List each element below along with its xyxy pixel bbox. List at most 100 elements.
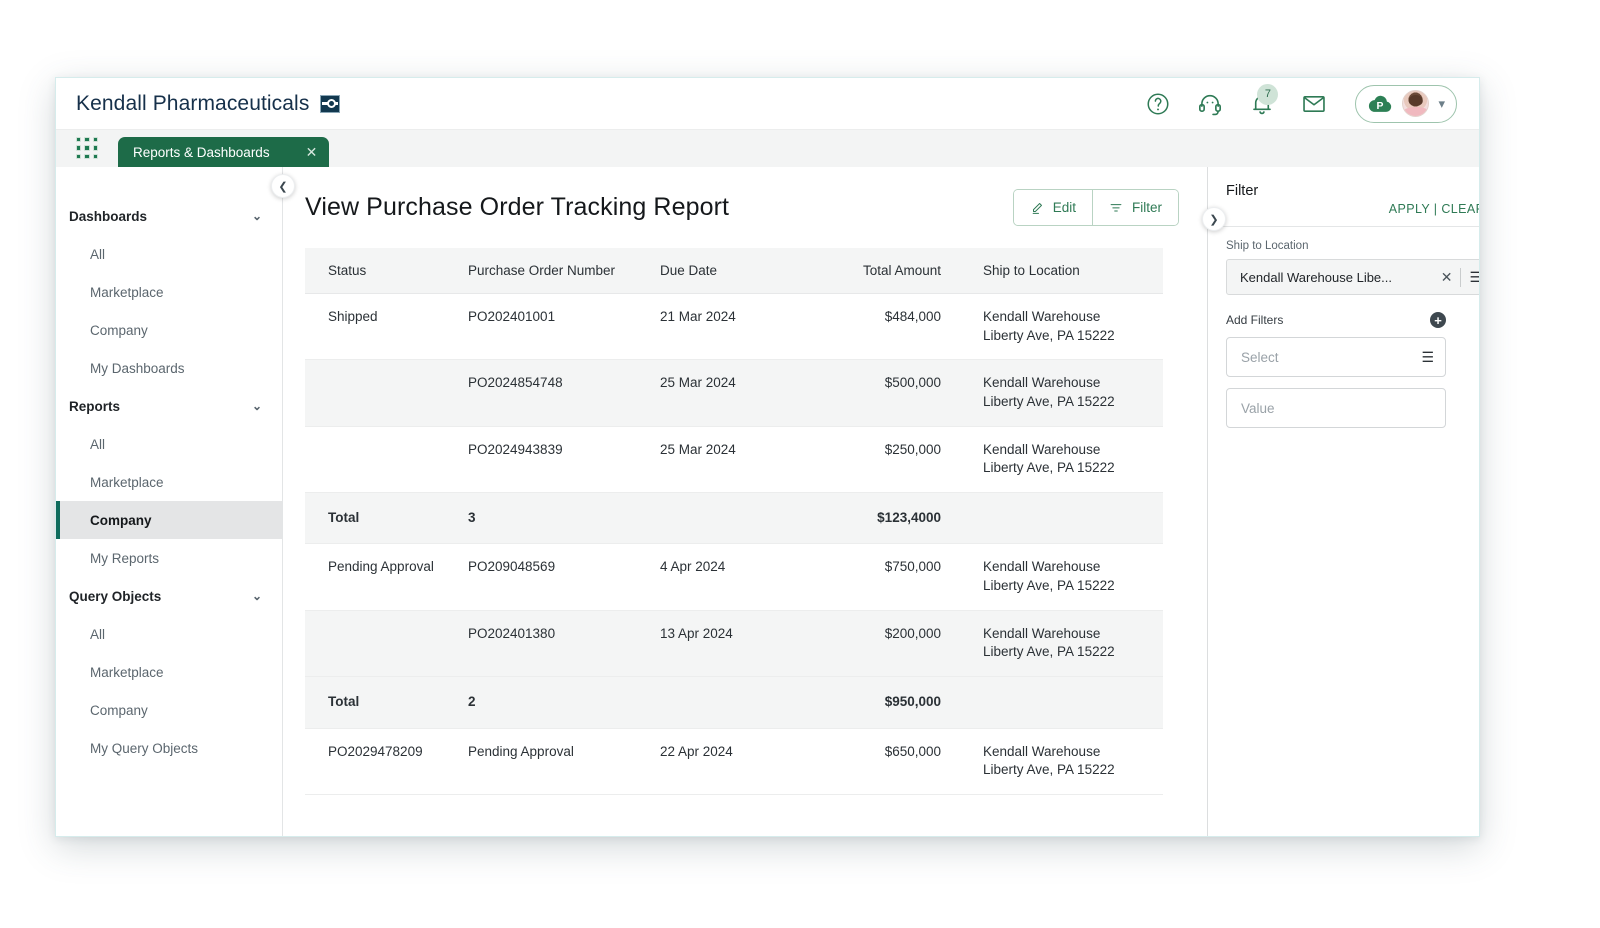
sidebar-item-query-objects-all[interactable]: All (56, 615, 282, 653)
ship-address-line1: Kendall Warehouse (983, 441, 1101, 457)
funnel-icon (1110, 203, 1122, 212)
tab-reports-and-dashboards[interactable]: Reports & Dashboards ✕ (118, 137, 330, 167)
filter-value-placeholder: Value (1241, 400, 1275, 416)
sidebar-nav: Dashboards ⌄ All Marketplace Company My Dashb… (56, 197, 282, 767)
sidebar-item-dashboards-my-dashboards[interactable]: My Dashboards (56, 349, 282, 387)
sidebar-group-dashboards[interactable]: Dashboards ⌄ (56, 197, 282, 235)
filter-value-input[interactable]: Value (1226, 388, 1446, 428)
table-row: PO202401380 13 Apr 2024 $200,000 Kendall Wa… (305, 610, 1163, 677)
cell-due-date: 25 Mar 2024 (660, 359, 823, 427)
sidebar-item-reports-marketplace[interactable]: Marketplace (56, 463, 282, 501)
ship-address-line1: Kendall Warehouse (983, 309, 1101, 324)
notifications-bell[interactable]: 7 (1249, 83, 1279, 117)
table-header-row: Status Purchase Order Number Due Date To… (305, 248, 1163, 294)
cell-due-date: 21 Mar 2024 (660, 293, 823, 361)
topbar-actions: 7 P ▾ (1145, 83, 1457, 123)
chevron-down-icon: ⌄ (251, 209, 262, 223)
grid-apps-icon[interactable] (76, 137, 98, 159)
sidebar-group-query-objects[interactable]: Query Objects ⌄ (56, 577, 282, 615)
list-menu-icon[interactable]: ☰ (1421, 349, 1434, 366)
cell-purchase-order-number: PO2024854748 (468, 359, 660, 427)
filter-select-input[interactable]: Select ☰ (1226, 337, 1446, 377)
ship-address-line2: Liberty Ave, PA 15222 (983, 460, 1115, 476)
cell-purchase-order-number: PO2024943839 (468, 426, 660, 493)
cell-due-date: 25 Mar 2024 (660, 426, 823, 493)
table-row: Shipped PO202401001 21 Mar 2024 $484,000 Ken… (305, 293, 1163, 361)
table-row: PO2029478209 Pending Approval 22 Apr 2024 $… (305, 728, 1163, 795)
cell-ship-to-location: Kendall Warehouse Liberty Ave, PA 15222 (983, 359, 1163, 427)
table-header: Status Purchase Order Number Due Date To… (305, 248, 1163, 294)
edit-button[interactable]: Edit (1013, 190, 1092, 225)
list-menu-icon[interactable]: ☰ (1469, 270, 1479, 284)
ship-to-location-value: Kendall Warehouse Libe... (1240, 269, 1393, 285)
cloud-p-icon: P (1369, 95, 1392, 112)
collapse-sidebar-button[interactable]: ❮ (271, 174, 295, 198)
apply-filters-link[interactable]: APPLY (1389, 202, 1430, 216)
sidebar-item-dashboards-marketplace[interactable]: Marketplace (56, 273, 282, 311)
sidebar-item-label: Company (90, 512, 152, 528)
question-circle-icon[interactable] (1145, 91, 1171, 117)
main-content: View Purchase Order Tracking Report Edit (283, 167, 1207, 836)
column-header-total-amount[interactable]: Total Amount (823, 248, 983, 294)
cell-status: Total (305, 676, 468, 729)
user-avatar (1402, 90, 1430, 117)
cell-status: PO2029478209 (305, 728, 468, 795)
table-row: PO2024943839 25 Mar 2024 $250,000 Kendall W… (305, 426, 1163, 493)
cell-ship-to-location (983, 492, 1163, 545)
cell-status: Shipped (305, 293, 468, 361)
filter-panel-heading: Filter (1226, 183, 1259, 199)
cell-purchase-order-number: PO202401001 (468, 293, 660, 361)
filter-panel-divider (1208, 226, 1479, 227)
close-icon[interactable]: ✕ (306, 145, 318, 159)
ship-to-location-filter-token[interactable]: Kendall Warehouse Libe... ✕ ☰ (1226, 259, 1479, 295)
sidebar-item-query-objects-my-query-objects[interactable]: My Query Objects (56, 729, 282, 767)
column-header-ship-to-location[interactable]: Ship to Location (983, 248, 1163, 294)
sidebar-group-reports[interactable]: Reports ⌄ (56, 387, 282, 425)
cell-status: Pending Approval (305, 543, 468, 611)
filter-panel: Filter APPLY | CLEAR Ship to Location Ke… (1207, 167, 1479, 836)
chevron-down-icon: ▾ (1438, 96, 1445, 111)
headset-icon[interactable] (1197, 91, 1223, 117)
brand-bar: Kendall Pharmaceuticals 7 P ▾ (56, 78, 1479, 129)
cell-total-amount: $123,4000 (823, 492, 983, 545)
cell-due-date (660, 492, 823, 545)
tab-label: Reports & Dashboards (133, 144, 270, 160)
ship-address-line1: Kendall Warehouse (983, 375, 1101, 391)
sidebar: Dashboards ⌄ All Marketplace Company My Dashb… (56, 167, 283, 836)
cell-purchase-order-number: PO202401380 (468, 610, 660, 677)
pencil-icon (1032, 202, 1042, 214)
add-filters-row: Add Filters + (1226, 312, 1446, 328)
sidebar-item-dashboards-all[interactable]: All (56, 235, 282, 273)
cell-total-amount: $950,000 (823, 676, 983, 729)
column-header-purchase-order-number[interactable]: Purchase Order Number (468, 248, 660, 294)
user-menu-chip[interactable]: P ▾ (1355, 84, 1457, 123)
main-header: View Purchase Order Tracking Report Edit (305, 189, 1179, 226)
filter-button-label: Filter (1132, 200, 1162, 215)
envelope-icon[interactable] (1301, 91, 1327, 117)
sidebar-item-query-objects-company[interactable]: Company (56, 691, 282, 729)
sidebar-item-reports-company[interactable]: Company (56, 501, 282, 539)
cell-purchase-order-number: PO209048569 (468, 543, 660, 611)
sidebar-item-label: Company (90, 702, 148, 718)
table-row: Pending Approval PO209048569 4 Apr 2024 $75… (305, 543, 1163, 611)
sidebar-item-label: My Query Objects (90, 740, 199, 756)
column-header-status[interactable]: Status (305, 248, 468, 294)
plus-circle-icon[interactable]: + (1430, 312, 1446, 328)
sidebar-item-query-objects-marketplace[interactable]: Marketplace (56, 653, 282, 691)
ship-address-line2: Liberty Ave, PA 15222 (983, 644, 1115, 660)
clear-filters-link[interactable]: CLEAR (1441, 202, 1479, 216)
close-icon[interactable]: ✕ (1441, 269, 1453, 286)
table-total-row: Total 2 $950,000 (305, 676, 1163, 729)
filter-button[interactable]: Filter (1092, 190, 1178, 225)
sidebar-item-reports-my-reports[interactable]: My Reports (56, 539, 282, 577)
sidebar-group-label: Query Objects (69, 588, 162, 604)
ship-to-location-label: Ship to Location (1226, 240, 1309, 252)
sidebar-item-dashboards-company[interactable]: Company (56, 311, 282, 349)
sidebar-item-reports-all[interactable]: All (56, 425, 282, 463)
table-row: PO2024854748 25 Mar 2024 $500,000 Kendall W… (305, 359, 1163, 427)
expand-filter-panel-button[interactable]: ❯ (1202, 207, 1226, 231)
cell-due-date (660, 676, 823, 729)
kendall-square-logo-icon (320, 94, 341, 113)
cell-total-amount: $484,000 (823, 293, 983, 361)
column-header-due-date[interactable]: Due Date (660, 248, 823, 294)
